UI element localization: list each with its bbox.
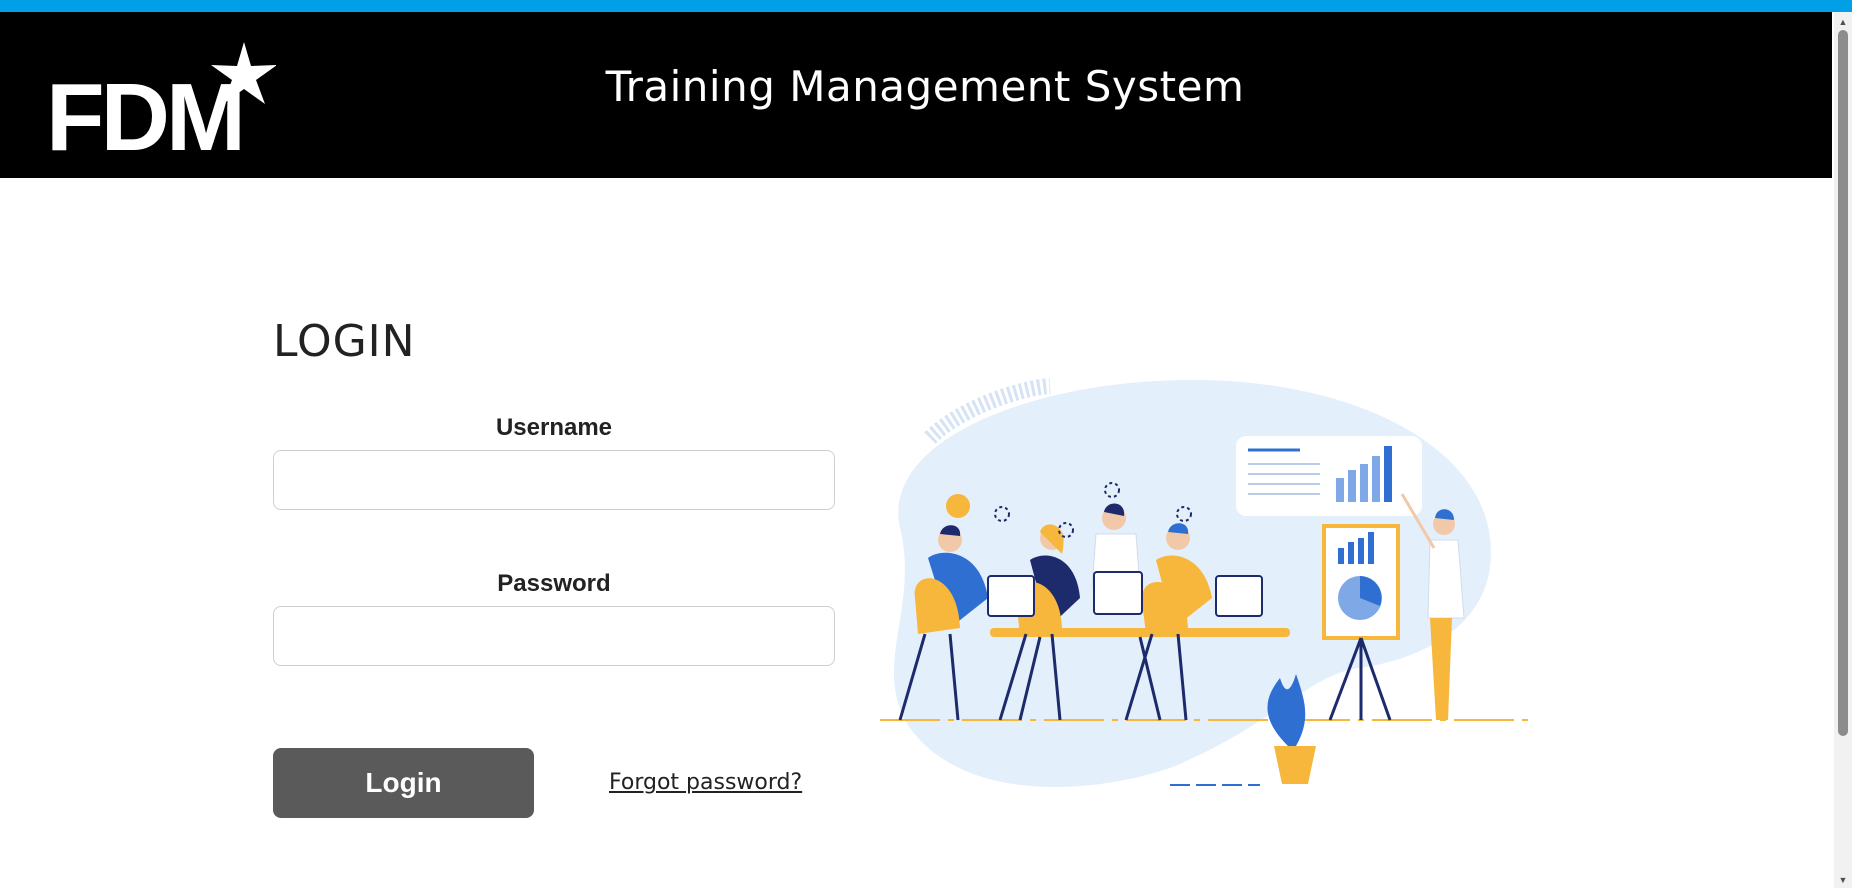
username-label: Username [495, 414, 613, 441]
scroll-down-arrow-icon[interactable]: ▼ [1834, 872, 1852, 888]
laptop-2 [1093, 571, 1143, 615]
login-heading: LOGIN [273, 316, 416, 367]
laptop-1 [987, 575, 1035, 617]
presenter-body [1427, 539, 1465, 619]
password-label: Password [497, 570, 611, 597]
login-button[interactable]: Login [273, 748, 534, 818]
plant-pot [1274, 746, 1316, 784]
username-input[interactable] [273, 450, 835, 510]
team-meeting-illustration [880, 378, 1530, 788]
lightbulb-icon [946, 494, 970, 518]
scrollbar-thumb[interactable] [1838, 30, 1848, 736]
password-input[interactable] [273, 606, 835, 666]
laptop-3 [1215, 575, 1263, 617]
vertical-scrollbar[interactable]: ▲ ▼ [1834, 12, 1852, 888]
app-title: Training Management System [605, 62, 1245, 111]
forgot-password-link[interactable]: Forgot password? [609, 770, 802, 795]
top-accent-bar [0, 0, 1852, 12]
scroll-up-arrow-icon[interactable]: ▲ [1834, 14, 1852, 30]
chart-card [1236, 436, 1422, 516]
app-header: FDM Training Management System [0, 12, 1832, 178]
